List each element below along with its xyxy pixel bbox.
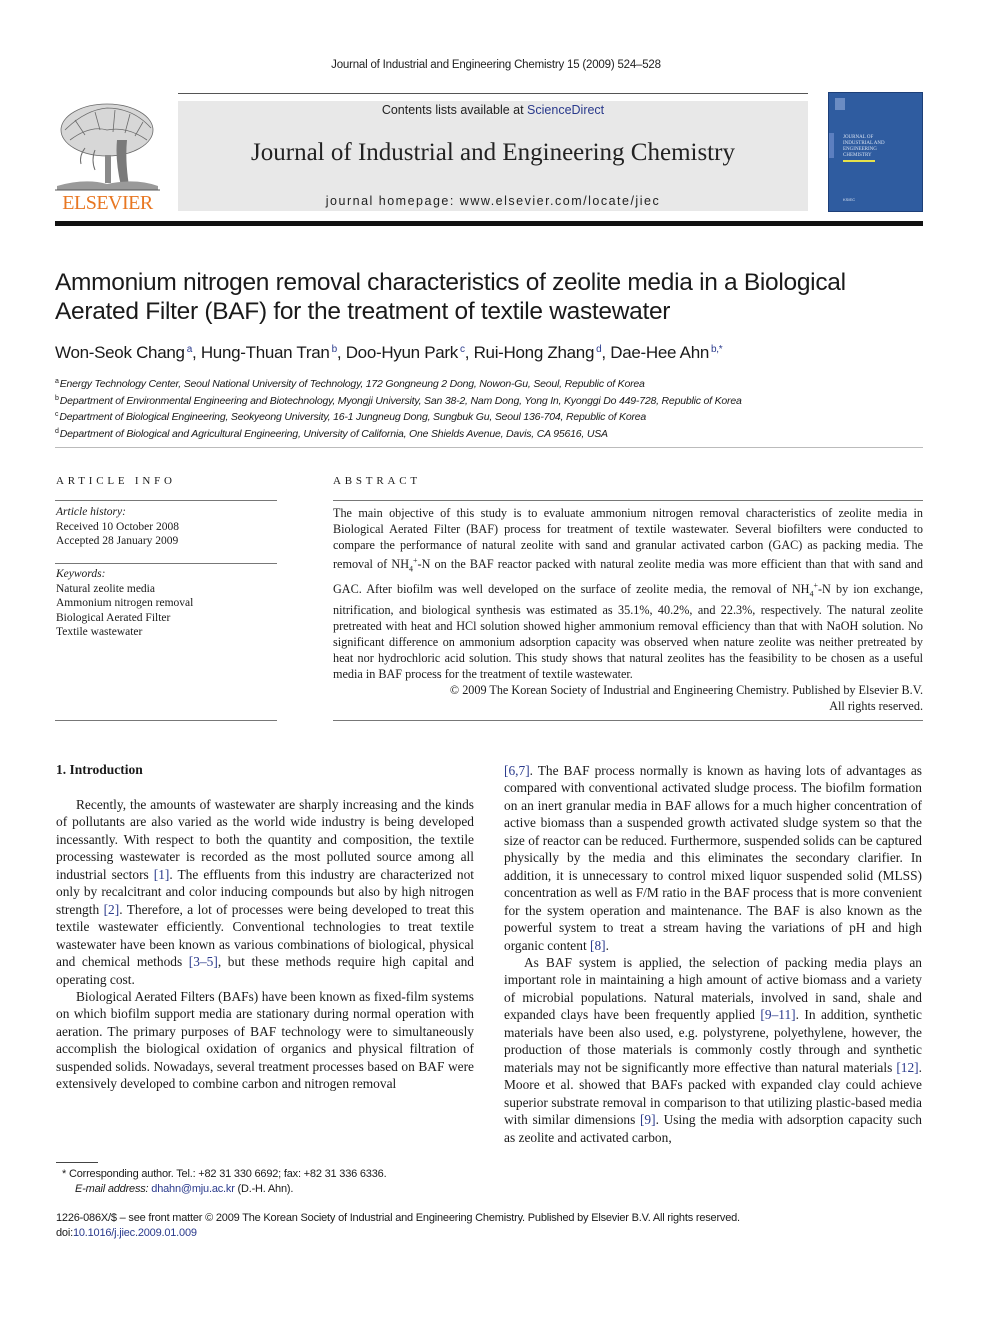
abstract-heading: ABSTRACT — [333, 475, 421, 487]
paragraph: Recently, the amounts of wastewater are … — [56, 797, 474, 987]
accepted-date: Accepted 28 January 2009 — [56, 535, 179, 547]
elsevier-tree-icon — [55, 103, 160, 191]
cover-side-band — [829, 133, 834, 158]
article-history-label: Article history: — [56, 506, 126, 518]
section-heading-introduction: 1. Introduction — [56, 762, 143, 777]
keyword[interactable]: Ammonium nitrogen removal — [56, 596, 278, 611]
doi-link[interactable]: 10.1016/j.jiec.2009.01.009 — [73, 1227, 197, 1239]
citation-link[interactable]: [1] — [154, 867, 170, 882]
keywords: Keywords: Natural zeolite media Ammonium… — [56, 567, 278, 640]
article-info-rule-1 — [55, 500, 277, 501]
contents-line: Contents lists available at ScienceDirec… — [178, 103, 808, 117]
corresponding-author-footnote: * Corresponding author. Tel.: +82 31 330… — [62, 1167, 482, 1197]
affiliation-b: bDepartment of Environmental Engineering… — [55, 394, 742, 407]
abstract-text: The main objective of this study is to e… — [333, 506, 923, 681]
author[interactable]: Hung-Thuan Tran b — [201, 343, 337, 362]
cover-accent-bar — [843, 160, 875, 162]
article-info-rule-2 — [55, 563, 277, 564]
article-info-heading: ARTICLE INFO — [56, 475, 176, 487]
cover-title: Journal of Industrial and Engineering Ch… — [843, 135, 885, 158]
affiliation-c: cDepartment of Biological Engineering, S… — [55, 411, 647, 423]
citation-link[interactable]: [2] — [104, 902, 120, 917]
masthead-top-rule — [178, 93, 808, 94]
nh4-formula: NH4+-N — [391, 556, 431, 574]
received-date: Received 10 October 2008 — [56, 520, 179, 533]
email-link[interactable]: dhahn@mju.ac.kr — [151, 1183, 235, 1195]
journal-banner: Contents lists available at ScienceDirec… — [178, 101, 808, 211]
nh4-formula: NH4+-N — [791, 580, 831, 599]
page-bottom-info: 1226-086X/$ – see front matter © 2009 Th… — [56, 1211, 926, 1241]
abstract-rule-bottom — [333, 720, 923, 721]
journal-title: Journal of Industrial and Engineering Ch… — [251, 139, 735, 166]
author-list: Won-Seok Chang a, Hung-Thuan Tran b, Doo-H… — [55, 343, 723, 362]
cover-publisher-icon — [835, 98, 845, 110]
citation-link[interactable]: [3–5] — [189, 954, 218, 969]
abstract-rule-top — [333, 500, 923, 501]
paragraph: As BAF system is applied, the selection … — [504, 954, 923, 1145]
abstract-copyright: © 2009 The Korean Society of Industrial … — [449, 683, 923, 713]
journal-homepage-link[interactable]: journal homepage: www.elsevier.com/locat… — [178, 194, 808, 208]
citation-link[interactable]: [8] — [590, 938, 606, 953]
citation-link[interactable]: [9–11] — [760, 1007, 795, 1022]
author[interactable]: Rui-Hong Zhang d — [474, 343, 602, 362]
running-header: Journal of Industrial and Engineering Ch… — [331, 59, 661, 71]
article-info-rule-3 — [55, 720, 277, 721]
abstract-body: The main objective of this study is to e… — [333, 505, 923, 714]
keyword[interactable]: Textile wastewater — [56, 625, 278, 640]
paragraph: [6,7]. The BAF process normally is known… — [504, 763, 922, 953]
article-title-line-2: Aerated Filter (BAF) for the treatment o… — [55, 298, 671, 325]
sciencedirect-link[interactable]: ScienceDirect — [527, 103, 604, 117]
affiliations: aEnergy Technology Center, Seoul Nationa… — [55, 375, 925, 441]
body-right-column: [6,7]. The BAF process normally is known… — [504, 762, 922, 1146]
affiliation-a: aEnergy Technology Center, Seoul Nationa… — [55, 378, 645, 390]
article-title-line-1: Ammonium nitrogen removal characteristic… — [55, 269, 846, 296]
affiliations-divider — [55, 447, 923, 448]
elsevier-logo[interactable]: ELSEVIER — [55, 100, 160, 215]
author[interactable]: Doo-Hyun Park c — [346, 343, 465, 362]
article-history: Article history: Received 10 October 200… — [56, 505, 278, 549]
article-title: Ammonium nitrogen removal characteristic… — [55, 268, 925, 326]
citation-link[interactable]: [12] — [896, 1060, 918, 1075]
paragraph: Biological Aerated Filters (BAFs) have b… — [56, 988, 474, 1092]
affiliation-d: dDepartment of Biological and Agricultur… — [55, 427, 608, 440]
body-left-column: Recently, the amounts of wastewater are … — [56, 796, 474, 1093]
issn-line: 1226-086X/$ – see front matter © 2009 Th… — [56, 1212, 740, 1224]
keyword[interactable]: Natural zeolite media — [56, 582, 278, 597]
author-affiliation-link[interactable]: b,* — [711, 344, 723, 355]
contents-prefix: Contents lists available at — [381, 103, 528, 117]
corresponding-author-line: * Corresponding author. Tel.: +82 31 330… — [62, 1168, 387, 1180]
cover-society-logo: KSIEC — [843, 197, 856, 202]
journal-cover-thumbnail[interactable]: Journal of Industrial and Engineering Ch… — [828, 92, 923, 212]
keyword[interactable]: Biological Aerated Filter — [56, 611, 278, 626]
author[interactable]: Dae-Hee Ahn b,* — [610, 343, 722, 362]
email-line: E-mail address: dhahn@mju.ac.kr (D.-H. A… — [75, 1183, 294, 1195]
elsevier-wordmark: ELSEVIER — [62, 192, 153, 214]
citation-link[interactable]: [9] — [640, 1112, 656, 1127]
citation-link[interactable]: [6,7] — [504, 763, 530, 778]
keywords-label: Keywords: — [56, 568, 106, 580]
masthead-thick-rule — [55, 221, 923, 226]
footnote-rule — [56, 1162, 98, 1163]
author[interactable]: Won-Seok Chang a — [55, 343, 192, 362]
doi-line: doi:10.1016/j.jiec.2009.01.009 — [56, 1227, 197, 1239]
